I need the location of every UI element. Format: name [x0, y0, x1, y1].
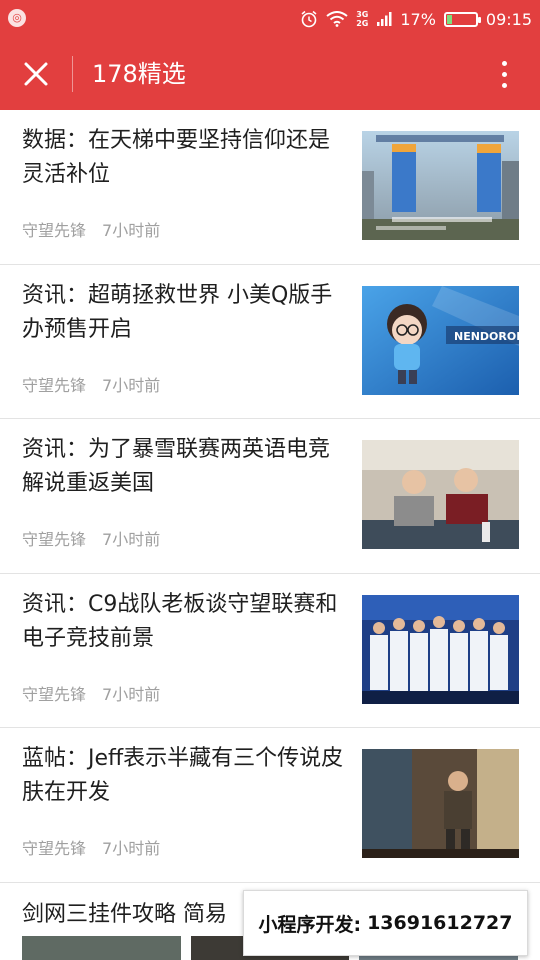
article-title: 数据：在天梯中要坚持信仰还是灵活补位: [22, 128, 331, 187]
wifi-icon: [326, 11, 348, 27]
svg-text:NENDOROID M: NENDOROID M: [454, 330, 519, 343]
article-time: 7小时前: [102, 839, 161, 858]
promo-phone: 13691612727: [367, 912, 513, 934]
clock: 09:15: [485, 9, 532, 29]
close-icon: [24, 62, 48, 86]
list-item[interactable]: 蓝帖：Jeff表示半藏有三个传说皮肤在开发 守望先锋 7小时前: [0, 728, 540, 883]
article-source: 守望先锋: [22, 530, 87, 549]
network-type: 3G 2G: [356, 10, 369, 28]
list-item[interactable]: 资讯：为了暴雪联赛两英语电竞解说重返美国 守望先锋 7小时前: [0, 419, 540, 574]
thumbnail: [22, 936, 181, 960]
hanzo-skin-thumbnail: [362, 749, 519, 858]
article-source: 守望先锋: [22, 221, 87, 240]
article-title: 资讯：超萌拯救世界 小美Q版手办预售开启: [22, 282, 333, 342]
more-button[interactable]: [488, 56, 520, 92]
casters-thumbnail: [362, 440, 519, 549]
team-photo-thumbnail: [362, 594, 519, 704]
article-source: 守望先锋: [22, 839, 87, 858]
article-time: 7小时前: [102, 375, 161, 395]
article-list: 数据：在天梯中要坚持信仰还是灵活补位 守望先锋 7小时前 资讯：超萌拯救世界 小美…: [0, 110, 540, 883]
battery-percent: 17%: [400, 9, 436, 29]
article-time: 7小时前: [102, 530, 161, 549]
page-title: 178精选: [92, 60, 186, 88]
signal-icon: [376, 11, 392, 27]
article-source: 守望先锋: [22, 684, 87, 704]
battery-icon: [443, 11, 481, 27]
alarm-icon: [300, 10, 318, 28]
list-item[interactable]: 资讯：C9战队老板谈守望联赛和电子竞技前景 守望先锋 7小时前: [0, 574, 540, 728]
chart-bars-thumbnail: [362, 131, 519, 240]
article-time: 7小时前: [102, 684, 161, 704]
article-title: 资讯：C9战队老板谈守望联赛和电子竞技前景: [22, 591, 338, 651]
app-bar: 178精选: [0, 38, 540, 110]
list-item[interactable]: 数据：在天梯中要坚持信仰还是灵活补位 守望先锋 7小时前: [0, 110, 540, 265]
status-bar: ◎ 3G 2G 17% 09:15: [0, 0, 540, 38]
promo-banner: 小程序开发: 13691612727: [243, 890, 528, 956]
more-vert-icon: [501, 60, 507, 66]
list-item[interactable]: 资讯：超萌拯救世界 小美Q版手办预售开启 守望先锋 7小时前 NENDOROID …: [0, 265, 540, 419]
article-time: 7小时前: [102, 221, 161, 240]
article-title: 蓝帖：Jeff表示半藏有三个传说皮肤在开发: [22, 746, 344, 805]
nendoroid-mei-thumbnail: NENDOROID M: [362, 285, 519, 395]
notification-icon: ◎: [8, 9, 26, 27]
promo-label: 小程序开发:: [258, 913, 362, 936]
article-title: 资讯：为了暴雪联赛两英语电竞解说重返美国: [22, 437, 331, 496]
close-button[interactable]: [14, 52, 58, 96]
article-source: 守望先锋: [22, 375, 87, 395]
app-bar-divider: [72, 56, 73, 92]
